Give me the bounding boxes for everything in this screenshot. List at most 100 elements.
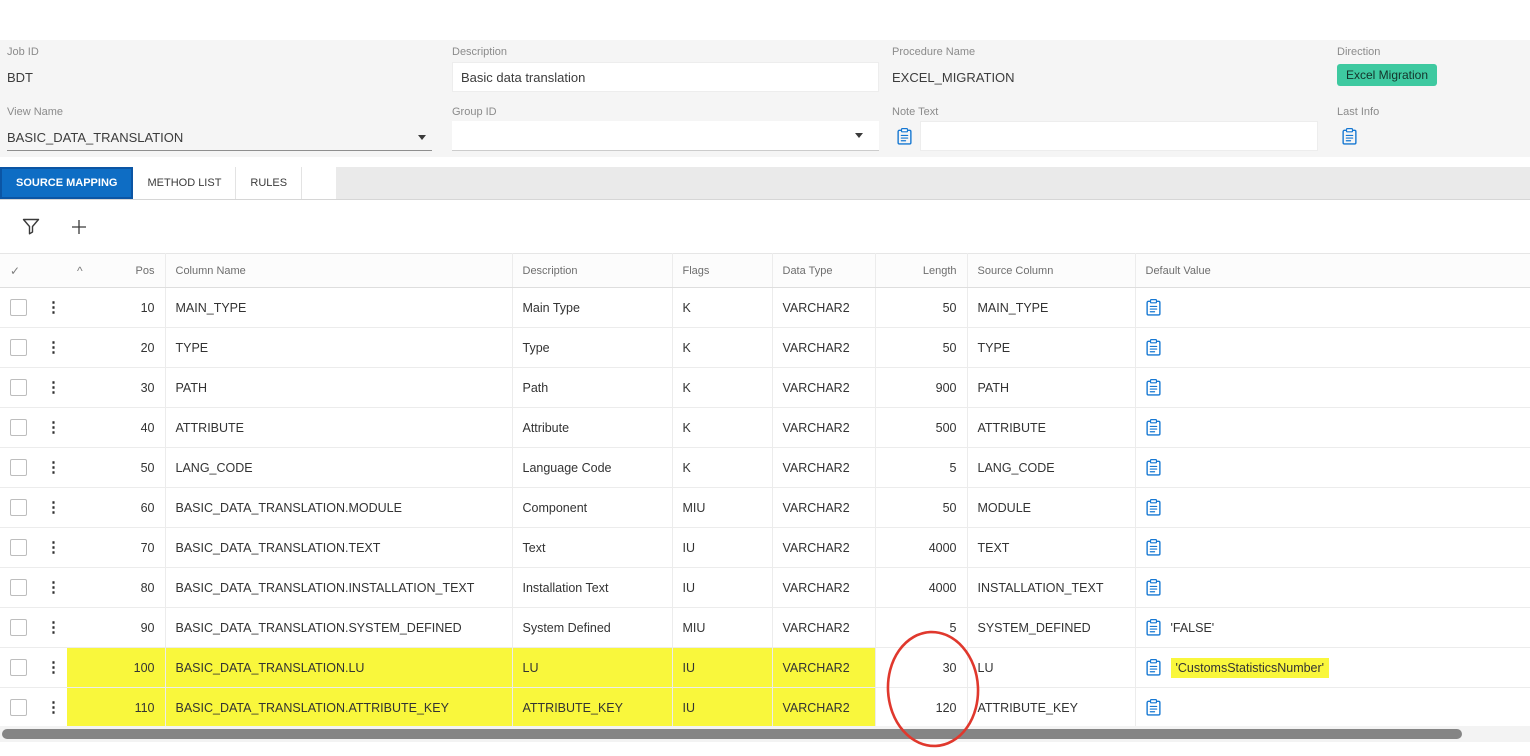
cell-flags: K [672,407,773,448]
note-icon[interactable] [1145,339,1161,356]
table-row[interactable]: ⋮ 60 BASIC_DATA_TRANSLATION.MODULE Componen… [0,487,1530,528]
cell-data-type: VARCHAR2 [772,527,876,568]
note-icon[interactable] [1145,659,1161,676]
row-checkbox[interactable] [10,699,27,716]
tab-rules[interactable]: RULES [236,167,303,199]
job-header-form: Job ID BDT Description Procedure Name EX… [0,40,1530,157]
header-source-column[interactable]: Source Column [967,253,1136,288]
note-icon[interactable] [1145,539,1161,556]
description-input[interactable] [452,62,879,92]
cell-column-name: TYPE [165,327,513,368]
table-row[interactable]: ⋮ 20 TYPE Type K VARCHAR2 50 TYPE [0,327,1530,368]
cell-flags: IU [672,527,773,568]
cell-pos: 20 [67,327,166,368]
table-row[interactable]: ⋮ 40 ATTRIBUTE Attribute K VARCHAR2 500 ATTRIBU… [0,407,1530,448]
cell-flags: MIU [672,487,773,528]
header-length[interactable]: Length [875,253,968,288]
row-menu-icon[interactable]: ⋮ [46,699,61,716]
tab-method-list[interactable]: METHOD LIST [133,167,237,199]
header-flags[interactable]: Flags [672,253,773,288]
table-row[interactable]: ⋮ 80 BASIC_DATA_TRANSLATION.INSTALLATION_T… [0,567,1530,608]
header-data-type[interactable]: Data Type [772,253,876,288]
row-checkbox[interactable] [10,579,27,596]
cell-flags: K [672,367,773,408]
header-default-value[interactable]: Default Value [1135,253,1530,288]
cell-default-value [1135,487,1530,528]
row-menu-icon[interactable]: ⋮ [46,579,61,596]
cell-default-value [1135,447,1530,488]
view-name-select[interactable]: BASIC_DATA_TRANSLATION [7,125,432,151]
horizontal-scrollbar-thumb[interactable] [2,729,1462,739]
note-icon[interactable] [1145,579,1161,596]
table-row[interactable]: ⋮ 110 BASIC_DATA_TRANSLATION.ATTRIBUTE_KEY… [0,687,1530,728]
tab-source-mapping[interactable]: SOURCE MAPPING [0,167,134,199]
table-row[interactable]: ⋮ 90 BASIC_DATA_TRANSLATION.SYSTEM_DEFINED… [0,607,1530,648]
cell-source-column: MODULE [967,487,1136,528]
note-icon[interactable] [1145,619,1161,636]
horizontal-scrollbar-track[interactable] [0,726,1530,742]
cell-default-value: 'CustomsStatisticsNumber' [1135,647,1530,688]
cell-pos: 70 [67,527,166,568]
default-value-text: 'FALSE' [1170,620,1215,635]
row-menu-cell: ⋮ [36,647,67,688]
group-id-select[interactable] [452,121,879,151]
sort-ascending-icon: ^ [77,263,83,278]
note-icon[interactable] [1342,128,1357,145]
header-description[interactable]: Description [512,253,673,288]
header-column-name[interactable]: Column Name [165,253,513,288]
top-whitespace [0,0,1530,40]
select-all-check-icon[interactable]: ✓ [10,264,20,278]
cell-flags: K [672,327,773,368]
row-menu-icon[interactable]: ⋮ [46,499,61,516]
row-checkbox[interactable] [10,499,27,516]
row-menu-icon[interactable]: ⋮ [46,299,61,316]
last-info-label: Last Info [1337,106,1380,118]
cell-description: System Defined [512,607,673,648]
note-icon[interactable] [1145,699,1161,716]
row-menu-icon[interactable]: ⋮ [46,659,61,676]
row-menu-icon[interactable]: ⋮ [46,379,61,396]
row-menu-icon[interactable]: ⋮ [46,619,61,636]
cell-column-name: MAIN_TYPE [165,287,513,328]
row-checkbox[interactable] [10,659,27,676]
table-row[interactable]: ⋮ 50 LANG_CODE Language Code K VARCHAR2 5 LANG_… [0,447,1530,488]
note-icon[interactable] [1145,299,1161,316]
cell-flags: IU [672,647,773,688]
cell-column-name: PATH [165,367,513,408]
note-text-input[interactable] [920,121,1318,151]
table-row[interactable]: ⋮ 100 BASIC_DATA_TRANSLATION.LU LU IU VARCHAR… [0,647,1530,688]
header-pos[interactable]: ^ Pos [67,253,166,288]
cell-data-type: VARCHAR2 [772,567,876,608]
cell-column-name: BASIC_DATA_TRANSLATION.MODULE [165,487,513,528]
row-checkbox[interactable] [10,459,27,476]
row-menu-icon[interactable]: ⋮ [46,419,61,436]
cell-description: Component [512,487,673,528]
row-menu-icon[interactable]: ⋮ [46,339,61,356]
note-icon[interactable] [1145,419,1161,436]
row-checkbox[interactable] [10,539,27,556]
note-icon[interactable] [1145,499,1161,516]
row-menu-icon[interactable]: ⋮ [46,459,61,476]
row-checkbox[interactable] [10,619,27,636]
row-checkbox[interactable] [10,339,27,356]
row-checkbox[interactable] [10,299,27,316]
cell-source-column: ATTRIBUTE [967,407,1136,448]
note-icon[interactable] [1145,459,1161,476]
note-icon[interactable] [897,128,912,145]
note-icon[interactable] [1145,379,1161,396]
direction-label: Direction [1337,46,1381,58]
row-menu-cell: ⋮ [36,367,67,408]
filter-icon[interactable] [18,214,44,240]
table-row[interactable]: ⋮ 30 PATH Path K VARCHAR2 900 PATH [0,367,1530,408]
table-row[interactable]: ⋮ 70 BASIC_DATA_TRANSLATION.TEXT Text IU VARC… [0,527,1530,568]
table-row[interactable]: ⋮ 10 MAIN_TYPE Main Type K VARCHAR2 50 MAIN_TYP… [0,287,1530,328]
cell-source-column: LU [967,647,1136,688]
row-menu-icon[interactable]: ⋮ [46,539,61,556]
row-menu-cell: ⋮ [36,407,67,448]
row-select-cell [0,687,36,728]
row-checkbox[interactable] [10,379,27,396]
row-checkbox[interactable] [10,419,27,436]
cell-pos: 110 [67,687,166,728]
add-icon[interactable] [66,214,92,240]
row-select-cell [0,607,36,648]
